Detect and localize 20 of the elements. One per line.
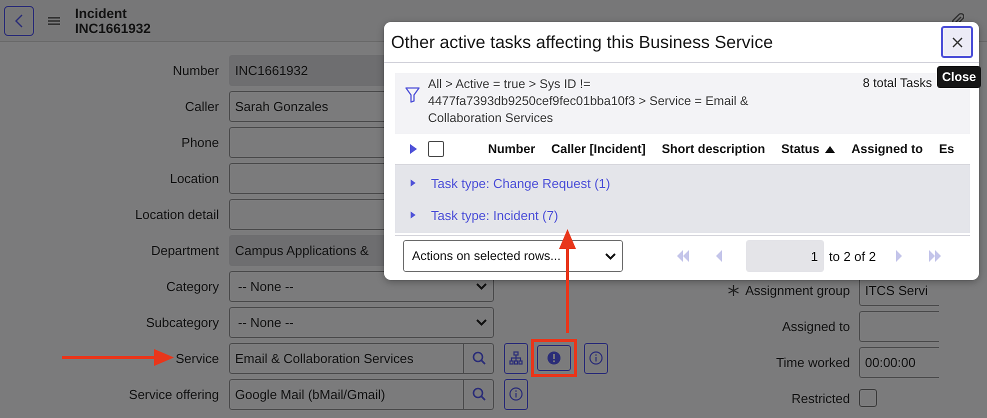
field-label: Caller (185, 98, 219, 114)
field-label: Assignment group (745, 282, 850, 298)
field-label: Subcategory (146, 314, 219, 330)
field-label: Service offering (128, 386, 219, 402)
field-label: Location detail (135, 206, 219, 222)
field-label: Department (151, 242, 219, 258)
record-number: INC1661932 (75, 20, 151, 36)
dialog-title: Other active tasks affecting this Business Service (391, 32, 773, 52)
page-range: to 2 of 2 (829, 248, 876, 264)
total-count: 8 total Tasks (862, 76, 932, 90)
field-label: Phone (181, 134, 219, 150)
tooltip: Close (937, 66, 982, 88)
field-label: Time worked (776, 354, 850, 370)
field-label: Assigned to (782, 318, 850, 334)
field-label: Restricted (791, 390, 850, 406)
field-label: Service (176, 350, 219, 366)
field-label: Category (166, 278, 219, 294)
field-label: Location (170, 170, 219, 186)
record-type: Incident (75, 6, 128, 20)
field-label: Number (172, 62, 219, 78)
